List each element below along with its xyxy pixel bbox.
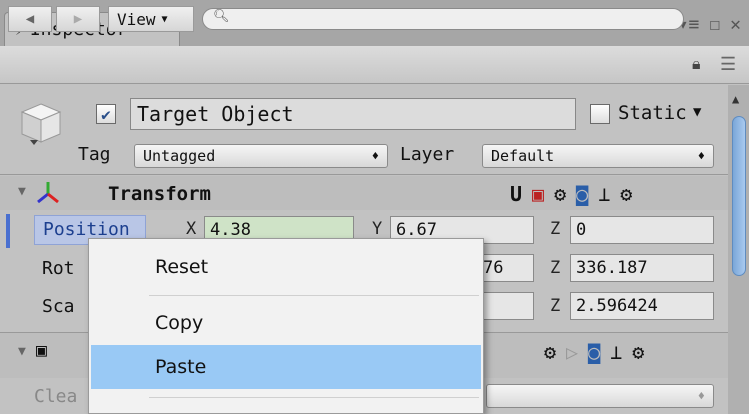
- tag-label: Tag: [78, 144, 111, 165]
- transform-axis-icon: [36, 180, 60, 204]
- checkmark-icon: ✔: [101, 104, 111, 124]
- rotation-z-field[interactable]: 336.187: [570, 254, 714, 282]
- axis-z-label: Z: [550, 296, 561, 316]
- layer-label: Layer: [400, 144, 455, 165]
- static-label: Static: [618, 102, 687, 124]
- sliders-icon[interactable]: ⊥: [610, 340, 622, 364]
- transform-tools: U ▣ ⚙ ◙ ⊥ ⚙: [510, 182, 632, 206]
- camera-icon: ▣: [36, 340, 47, 361]
- scale-label[interactable]: Sca: [42, 296, 75, 317]
- layer-dropdown[interactable]: Default ♦: [482, 144, 714, 168]
- cube-red-icon[interactable]: ▣: [532, 182, 544, 206]
- selection-marker: [6, 214, 10, 248]
- scroll-up-icon[interactable]: ▲: [732, 92, 739, 106]
- transform-title: Transform: [108, 183, 211, 205]
- dropdown-arrow-icon: ▼: [161, 13, 168, 25]
- u-icon[interactable]: U: [510, 182, 522, 206]
- view-label: View: [117, 9, 156, 29]
- play-icon[interactable]: ▷: [566, 340, 578, 364]
- foldout-arrow-icon[interactable]: ▼: [18, 344, 26, 359]
- search-input[interactable]: 🔍︎: [202, 8, 684, 30]
- menu-item-copy[interactable]: Copy: [91, 301, 481, 345]
- static-checkbox[interactable]: [590, 104, 610, 124]
- active-checkbox[interactable]: ✔: [96, 104, 116, 124]
- menu-item-paste[interactable]: Paste: [91, 345, 481, 389]
- updown-arrow-icon: ♦: [697, 149, 705, 163]
- foldout-arrow-icon[interactable]: ▼: [18, 184, 26, 199]
- layout-icon[interactable]: ☰: [720, 54, 736, 75]
- clear-flags-dropdown[interactable]: ♦: [486, 384, 714, 408]
- maximize-icon[interactable]: ☐: [709, 14, 720, 35]
- tag-dropdown[interactable]: Untagged ♦: [134, 144, 388, 168]
- toolbar: [0, 46, 749, 84]
- back-arrow-icon: ◀: [25, 11, 35, 27]
- help-icon[interactable]: ◙: [588, 340, 600, 364]
- scrollbar-thumb[interactable]: [732, 116, 746, 276]
- axis-x-label: X: [186, 219, 197, 239]
- sliders-icon[interactable]: ⊥: [598, 182, 610, 206]
- gear-icon[interactable]: ⚙: [544, 340, 556, 364]
- close-icon[interactable]: ✕: [730, 14, 741, 35]
- window-controls: ▾≡ ☐ ✕: [678, 14, 741, 35]
- updown-arrow-icon: ♦: [697, 389, 705, 403]
- tag-value: Untagged: [143, 147, 216, 165]
- menu-item-reset[interactable]: Reset: [91, 245, 481, 289]
- context-menu: Reset Copy Paste: [88, 238, 484, 414]
- clear-flags-label: Clea: [34, 386, 78, 407]
- static-dropdown-icon[interactable]: ▼: [693, 104, 701, 120]
- search-icon: 🔍︎: [213, 9, 230, 24]
- position-z-field[interactable]: 0: [570, 216, 714, 244]
- menu-separator: [149, 295, 479, 296]
- object-name-field[interactable]: Target Object: [130, 98, 576, 130]
- menu-separator: [149, 397, 479, 398]
- axis-z-label: Z: [550, 219, 561, 239]
- forward-button[interactable]: ▶: [56, 6, 100, 32]
- layer-value: Default: [491, 147, 555, 165]
- gameobject-cube-icon[interactable]: [16, 100, 66, 145]
- help-icon[interactable]: ◙: [576, 182, 588, 206]
- gear-icon[interactable]: ⚙: [554, 182, 566, 206]
- forward-arrow-icon: ▶: [73, 11, 83, 27]
- rotation-y-field[interactable]: 76: [480, 254, 534, 282]
- axis-y-label: Y: [372, 219, 383, 239]
- lock-icon[interactable]: 🔒︎: [692, 54, 701, 74]
- component-tools: ⚙ ▷ ◙ ⊥ ⚙: [544, 340, 644, 364]
- settings-gear-icon[interactable]: ⚙: [632, 340, 644, 364]
- updown-arrow-icon: ♦: [371, 149, 379, 163]
- axis-z-label: Z: [550, 258, 561, 278]
- view-dropdown[interactable]: View ▼: [108, 6, 194, 32]
- rotation-label[interactable]: Rot: [42, 258, 75, 279]
- scale-y-field[interactable]: [480, 292, 534, 320]
- scale-z-field[interactable]: 2.596424: [570, 292, 714, 320]
- back-button[interactable]: ◀: [8, 6, 52, 32]
- settings-gear-icon[interactable]: ⚙: [620, 182, 632, 206]
